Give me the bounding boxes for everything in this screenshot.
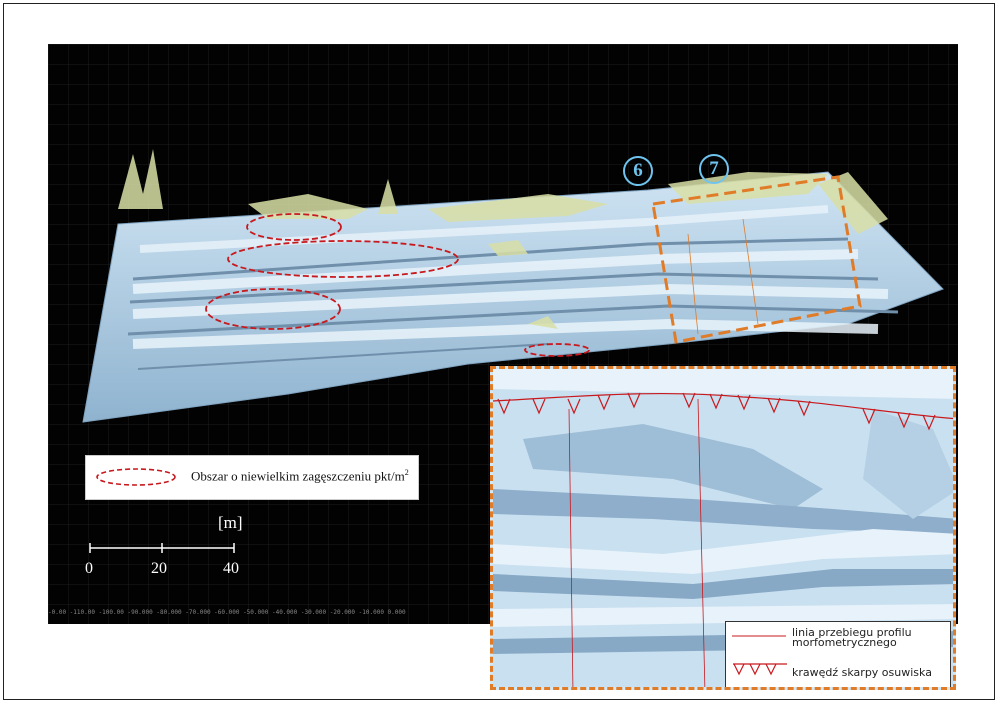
marker-6[interactable]: 6 <box>623 156 653 186</box>
legend-label-superscript: 2 <box>404 468 409 477</box>
profile-line-label: linia przebiegu profilu morfometrycznego <box>792 626 912 649</box>
detail-inset[interactable]: linia przebiegu profilu morfometrycznego… <box>490 366 956 690</box>
legend-label: Obszar o niewielkim zagęszczeniu pkt/m2 <box>191 468 409 484</box>
scale-label-20: 20 <box>151 560 167 577</box>
scarp-edge-symbol <box>733 663 787 676</box>
marker-7[interactable]: 7 <box>699 154 729 184</box>
scale-bar <box>89 543 235 553</box>
legend-ellipse-symbol <box>96 468 176 486</box>
scale-unit: [m] <box>218 513 243 532</box>
inset-legend: linia przebiegu profilu morfometrycznego… <box>725 621 951 687</box>
scale-label-40: 40 <box>223 560 239 577</box>
density-legend: Obszar o niewielkim zagęszczeniu pkt/m2 <box>85 455 419 500</box>
x-axis-ticks: -0.00 -110.00 -100.00 -90.000 -80.000 -7… <box>48 609 406 616</box>
profile-line-symbol <box>732 635 786 637</box>
scale-label-0: 0 <box>85 560 93 577</box>
scarp-edge-label: krawędź skarpy osuwiska <box>792 666 932 679</box>
